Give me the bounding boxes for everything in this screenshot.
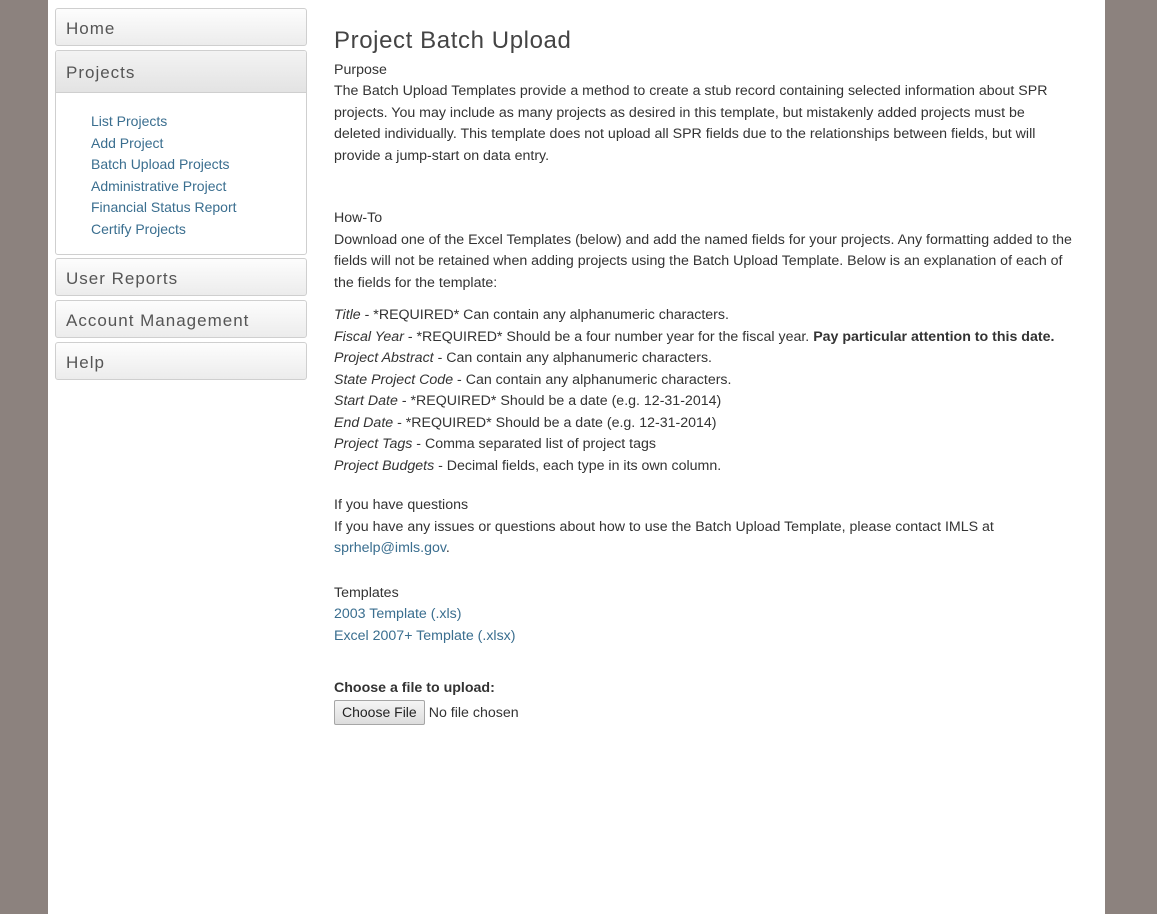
questions-body: If you have any issues or questions abou…	[334, 518, 994, 535]
field-name: Start Date	[334, 393, 398, 409]
purpose-section: Purpose The Batch Upload Templates provi…	[334, 60, 1074, 168]
field-desc: - Comma separated list of project tags	[412, 436, 656, 452]
field-name: Project Budgets	[334, 457, 435, 474]
nav-help[interactable]: Help	[55, 342, 307, 380]
field-name: Title	[334, 307, 361, 323]
field-item: Start Date - *REQUIRED* Should be a date…	[334, 391, 1074, 413]
subnav-certify-projects[interactable]: Certify Projects	[91, 219, 306, 241]
field-desc: - *REQUIRED* Can contain any alphanumeri…	[360, 307, 729, 323]
page-title: Project Batch Upload	[334, 27, 572, 54]
nav-home[interactable]: Home	[55, 8, 307, 46]
field-item: Fiscal Year - *REQUIRED* Should be a fou…	[334, 327, 1074, 349]
subnav-financial-status-report[interactable]: Financial Status Report	[91, 197, 306, 219]
subnav-add-project[interactable]: Add Project	[91, 133, 306, 155]
purpose-text: The Batch Upload Templates provide a met…	[334, 83, 1048, 164]
field-item: Project Tags - Comma separated list of p…	[334, 434, 1074, 456]
templates-section: Templates 2003 Template (.xls) Excel 200…	[334, 583, 1074, 648]
subnav-batch-upload-projects[interactable]: Batch Upload Projects	[91, 154, 306, 176]
field-item: State Project Code - Can contain any alp…	[334, 370, 1074, 392]
purpose-heading: Purpose	[334, 61, 387, 78]
nav-group-projects: Projects List Projects Add Project Batch…	[55, 50, 307, 255]
field-desc: - *REQUIRED* Should be a four number yea…	[403, 328, 814, 345]
field-item: Project Budgets - Decimal fields, each t…	[334, 456, 1074, 478]
field-desc: - Can contain any alphanumeric character…	[433, 350, 712, 366]
questions-text: If you have any issues or questions abou…	[334, 517, 1074, 560]
template-2003-link[interactable]: 2003 Template (.xls)	[334, 606, 462, 622]
field-name: Project Abstract	[334, 350, 434, 366]
upload-label: Choose a file to upload:	[334, 680, 495, 696]
support-email-link[interactable]: sprhelp@imls.gov	[334, 540, 446, 556]
field-name: Fiscal Year	[334, 328, 404, 345]
sidebar: Home Projects List Projects Add Project …	[55, 8, 307, 384]
field-item: Project Abstract - Can contain any alpha…	[334, 348, 1074, 370]
main-content: Project Batch Upload Purpose The Batch U…	[334, 27, 1074, 725]
nav-projects[interactable]: Projects	[56, 51, 306, 93]
field-name: End Date	[334, 414, 394, 431]
field-desc: - Decimal fields, each type in its own c…	[434, 457, 722, 474]
templates-heading: Templates	[334, 584, 399, 601]
field-name: State Project Code	[334, 371, 454, 388]
nav-user-reports[interactable]: User Reports	[55, 258, 307, 296]
choose-file-button[interactable]: Choose File	[334, 699, 425, 725]
template-2007-link[interactable]: Excel 2007+ Template (.xlsx)	[334, 628, 516, 644]
questions-heading: If you have questions	[334, 497, 469, 513]
projects-subnav: List Projects Add Project Batch Upload P…	[56, 93, 306, 254]
field-item: Title - *REQUIRED* Can contain any alpha…	[334, 305, 1074, 327]
questions-suffix: .	[445, 540, 450, 556]
subnav-administrative-project[interactable]: Administrative Project	[91, 176, 306, 198]
field-name: Project Tags	[334, 436, 413, 452]
upload-section: Choose a file to upload: Choose File No f…	[334, 678, 1074, 725]
howto-section: How-To Download one of the Excel Templat…	[334, 208, 1074, 294]
howto-text: Download one of the Excel Templates (bel…	[334, 231, 1072, 291]
file-status: No file chosen	[428, 704, 519, 721]
field-desc: - *REQUIRED* Should be a date (e.g. 12-3…	[393, 414, 717, 431]
field-desc: - Can contain any alphanumeric character…	[453, 371, 732, 388]
field-item: End Date - *REQUIRED* Should be a date (…	[334, 413, 1074, 435]
questions-section: If you have questions If you have any is…	[334, 495, 1074, 560]
field-emphasis: Pay particular attention to this date.	[813, 328, 1055, 345]
field-list: Title - *REQUIRED* Can contain any alpha…	[334, 305, 1074, 477]
page: Home Projects List Projects Add Project …	[48, 0, 1105, 914]
nav-account-management[interactable]: Account Management	[55, 300, 307, 338]
field-desc: - *REQUIRED* Should be a date (e.g. 12-3…	[397, 393, 722, 409]
howto-heading: How-To	[334, 210, 383, 226]
subnav-list-projects[interactable]: List Projects	[91, 111, 306, 133]
